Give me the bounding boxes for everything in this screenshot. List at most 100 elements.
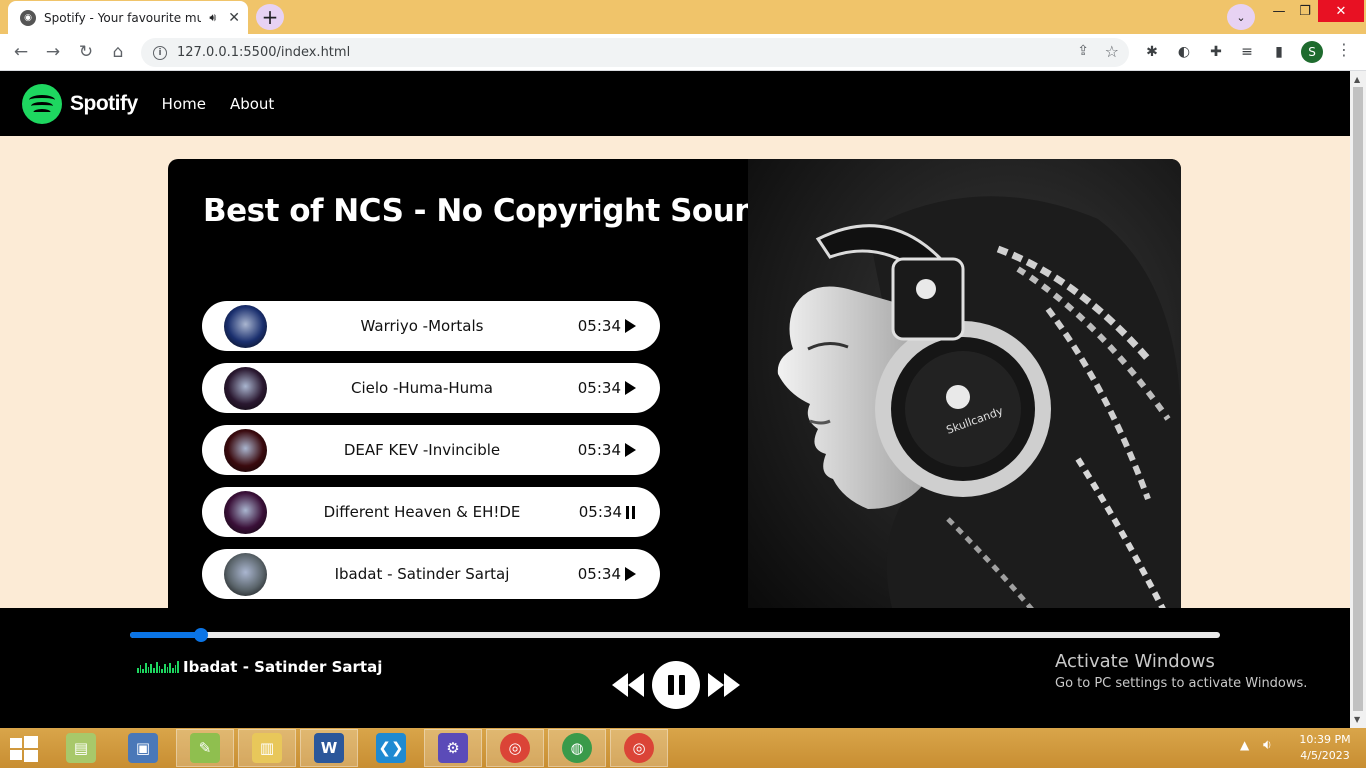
song-pause-icon[interactable] <box>626 505 636 519</box>
song-play-icon[interactable] <box>625 443 636 457</box>
system-clock[interactable]: 10:39 PM 4/5/2023 <box>1290 732 1360 764</box>
forward-arrow-icon[interactable]: → <box>41 40 65 64</box>
brand-name: Spotify <box>70 91 138 115</box>
chrome-profile-icon[interactable]: ◎ <box>610 729 668 767</box>
window-close-button[interactable]: ✕ <box>1318 0 1364 22</box>
song-item[interactable]: Cielo -Huma-Huma 05:34 <box>202 363 660 413</box>
nav-link-about[interactable]: About <box>230 95 274 113</box>
site-info-icon[interactable]: i <box>153 45 167 60</box>
song-cover-thumbnail <box>224 305 267 348</box>
clock-date: 4/5/2023 <box>1300 749 1350 762</box>
song-duration-text: 05:34 <box>577 565 621 583</box>
vscode-icon[interactable]: ❮❯ <box>362 729 420 767</box>
scroll-thumb[interactable] <box>1353 87 1363 711</box>
page-scrollbar[interactable]: ▲ ▼ <box>1350 71 1366 728</box>
word-icon[interactable]: W <box>300 729 358 767</box>
back-arrow-icon[interactable]: ← <box>9 40 33 64</box>
browser-tab-active[interactable]: ◉ Spotify - Your favourite music 🔊︎ ✕ <box>8 1 248 34</box>
player-bar: Ibadat - Satinder Sartaj Activate Window… <box>0 608 1350 728</box>
progress-slider[interactable] <box>130 628 1220 642</box>
window-minimize-button[interactable]: — <box>1266 0 1292 22</box>
song-name: DEAF KEV -Invincible <box>343 441 501 459</box>
song-cover-thumbnail <box>224 553 267 596</box>
song-name: Warriyo -Mortals <box>360 317 484 335</box>
song-play-icon[interactable] <box>625 567 636 581</box>
song-item[interactable]: Warriyo -Mortals 05:34 <box>202 301 660 351</box>
progress-knob[interactable] <box>193 628 208 642</box>
media-queue-icon[interactable]: ≡ <box>1237 42 1257 62</box>
file-manager-icon[interactable]: ▥ <box>238 729 296 767</box>
song-play-icon[interactable] <box>625 381 636 395</box>
page-viewport: Spotify Home About Best of NCS - No Copy… <box>0 71 1350 728</box>
song-cover-thumbnail <box>224 429 267 472</box>
share-icon[interactable]: ⇪ <box>1077 43 1089 59</box>
file-explorer-icon[interactable]: ▤ <box>52 729 110 767</box>
next-track-icon[interactable] <box>708 673 740 697</box>
song-duration: 05:34 <box>579 503 636 521</box>
home-icon[interactable]: ⌂ <box>106 40 130 64</box>
notepad-plus-icon[interactable]: ✎ <box>176 729 234 767</box>
pause-button-icon[interactable] <box>652 661 700 709</box>
address-bar[interactable]: i 127.0.0.1:5500/index.html ⇪ ☆ <box>141 38 1129 67</box>
playlist-cover-image: Skullcandy <box>748 159 1181 629</box>
song-name: Different Heaven & EH!DE <box>323 503 521 521</box>
song-duration-text: 05:34 <box>577 441 621 459</box>
progress-fill <box>130 632 201 638</box>
side-panel-icon[interactable]: ▮ <box>1269 42 1289 62</box>
globe-favicon-icon: ◉ <box>20 9 36 26</box>
nav-link-home[interactable]: Home <box>162 95 206 113</box>
activate-subtitle: Go to PC settings to activate Windows. <box>1055 676 1308 691</box>
remote-desktop-icon[interactable]: ▣ <box>114 729 172 767</box>
tab-title: Spotify - Your favourite music <box>44 10 202 25</box>
scroll-down-icon[interactable]: ▼ <box>1354 715 1360 724</box>
tab-search-chevron-icon[interactable]: ⌄ <box>1227 4 1255 30</box>
site-navbar: Spotify Home About <box>0 71 1350 136</box>
windows-start-icon[interactable] <box>10 736 38 762</box>
song-name: Cielo -Huma-Huma <box>351 379 493 397</box>
playlist-title: Best of NCS - No Copyright Sounds <box>203 193 796 229</box>
tab-close-icon[interactable]: ✕ <box>228 10 240 26</box>
volume-icon[interactable]: 🔉︎ <box>1263 737 1272 753</box>
song-play-icon[interactable] <box>625 319 636 333</box>
circle-extension-icon[interactable]: ◐ <box>1174 42 1194 62</box>
browser-tab-strip: ◉ Spotify - Your favourite music 🔊︎ ✕ + … <box>0 0 1366 34</box>
song-list: Warriyo -Mortals 05:34 Cielo -Huma-Huma 05:… <box>202 301 660 611</box>
previous-track-icon[interactable] <box>612 673 644 697</box>
profile-avatar[interactable]: S <box>1301 41 1323 63</box>
song-item[interactable]: Ibadat - Satinder Sartaj 05:34 <box>202 549 660 599</box>
bookmark-star-icon[interactable]: ☆ <box>1105 42 1119 61</box>
scroll-up-icon[interactable]: ▲ <box>1354 75 1360 84</box>
new-tab-button[interactable]: + <box>256 4 284 30</box>
browser-toolbar: ← → ↻ ⌂ i 127.0.0.1:5500/index.html ⇪ ☆ … <box>0 34 1366 71</box>
song-duration: 05:34 <box>578 379 636 397</box>
song-name: Ibadat - Satinder Sartaj <box>334 565 510 583</box>
bug-extension-icon[interactable]: ✱ <box>1142 42 1162 62</box>
url-text[interactable]: 127.0.0.1:5500/index.html <box>177 45 350 60</box>
reload-icon[interactable]: ↻ <box>74 40 98 64</box>
song-duration: 05:34 <box>578 565 636 583</box>
chrome-icon[interactable]: ◎ <box>486 729 544 767</box>
playback-controls <box>612 661 740 709</box>
activate-title: Activate Windows <box>1055 651 1215 672</box>
song-duration-text: 05:34 <box>578 503 622 521</box>
settings-icon[interactable]: ⚙ <box>424 729 482 767</box>
spotify-logo-icon <box>22 83 62 124</box>
song-duration-text: 05:34 <box>577 317 621 335</box>
window-restore-button[interactable]: ❐ <box>1292 0 1318 22</box>
equalizer-icon <box>137 661 179 673</box>
song-item[interactable]: Different Heaven & EH!DE 05:34 <box>202 487 660 537</box>
globe-app-icon[interactable]: ◍ <box>548 729 606 767</box>
browser-menu-icon[interactable]: ⋮ <box>1336 40 1352 59</box>
windows-taskbar: ▤ ▣ ✎ ▥ W ❮❯ ⚙ ◎ ◍ ◎ ▲ 🔉︎ 10:39 PM 4/5/2… <box>0 728 1366 768</box>
tray-expand-icon[interactable]: ▲ <box>1240 738 1249 752</box>
tab-audio-icon[interactable]: 🔊︎ <box>209 11 216 25</box>
song-cover-thumbnail <box>224 367 267 410</box>
playlist-container: Best of NCS - No Copyright Sounds Skullc… <box>168 159 1181 629</box>
song-item[interactable]: DEAF KEV -Invincible 05:34 <box>202 425 660 475</box>
clock-time: 10:39 PM <box>1299 733 1351 746</box>
puzzle-extensions-icon[interactable]: ✚ <box>1206 42 1226 62</box>
activate-windows-watermark: Activate Windows Go to PC settings to ac… <box>1055 651 1307 691</box>
song-duration: 05:34 <box>578 441 636 459</box>
song-duration: 05:34 <box>578 317 636 335</box>
song-cover-thumbnail <box>224 491 267 534</box>
